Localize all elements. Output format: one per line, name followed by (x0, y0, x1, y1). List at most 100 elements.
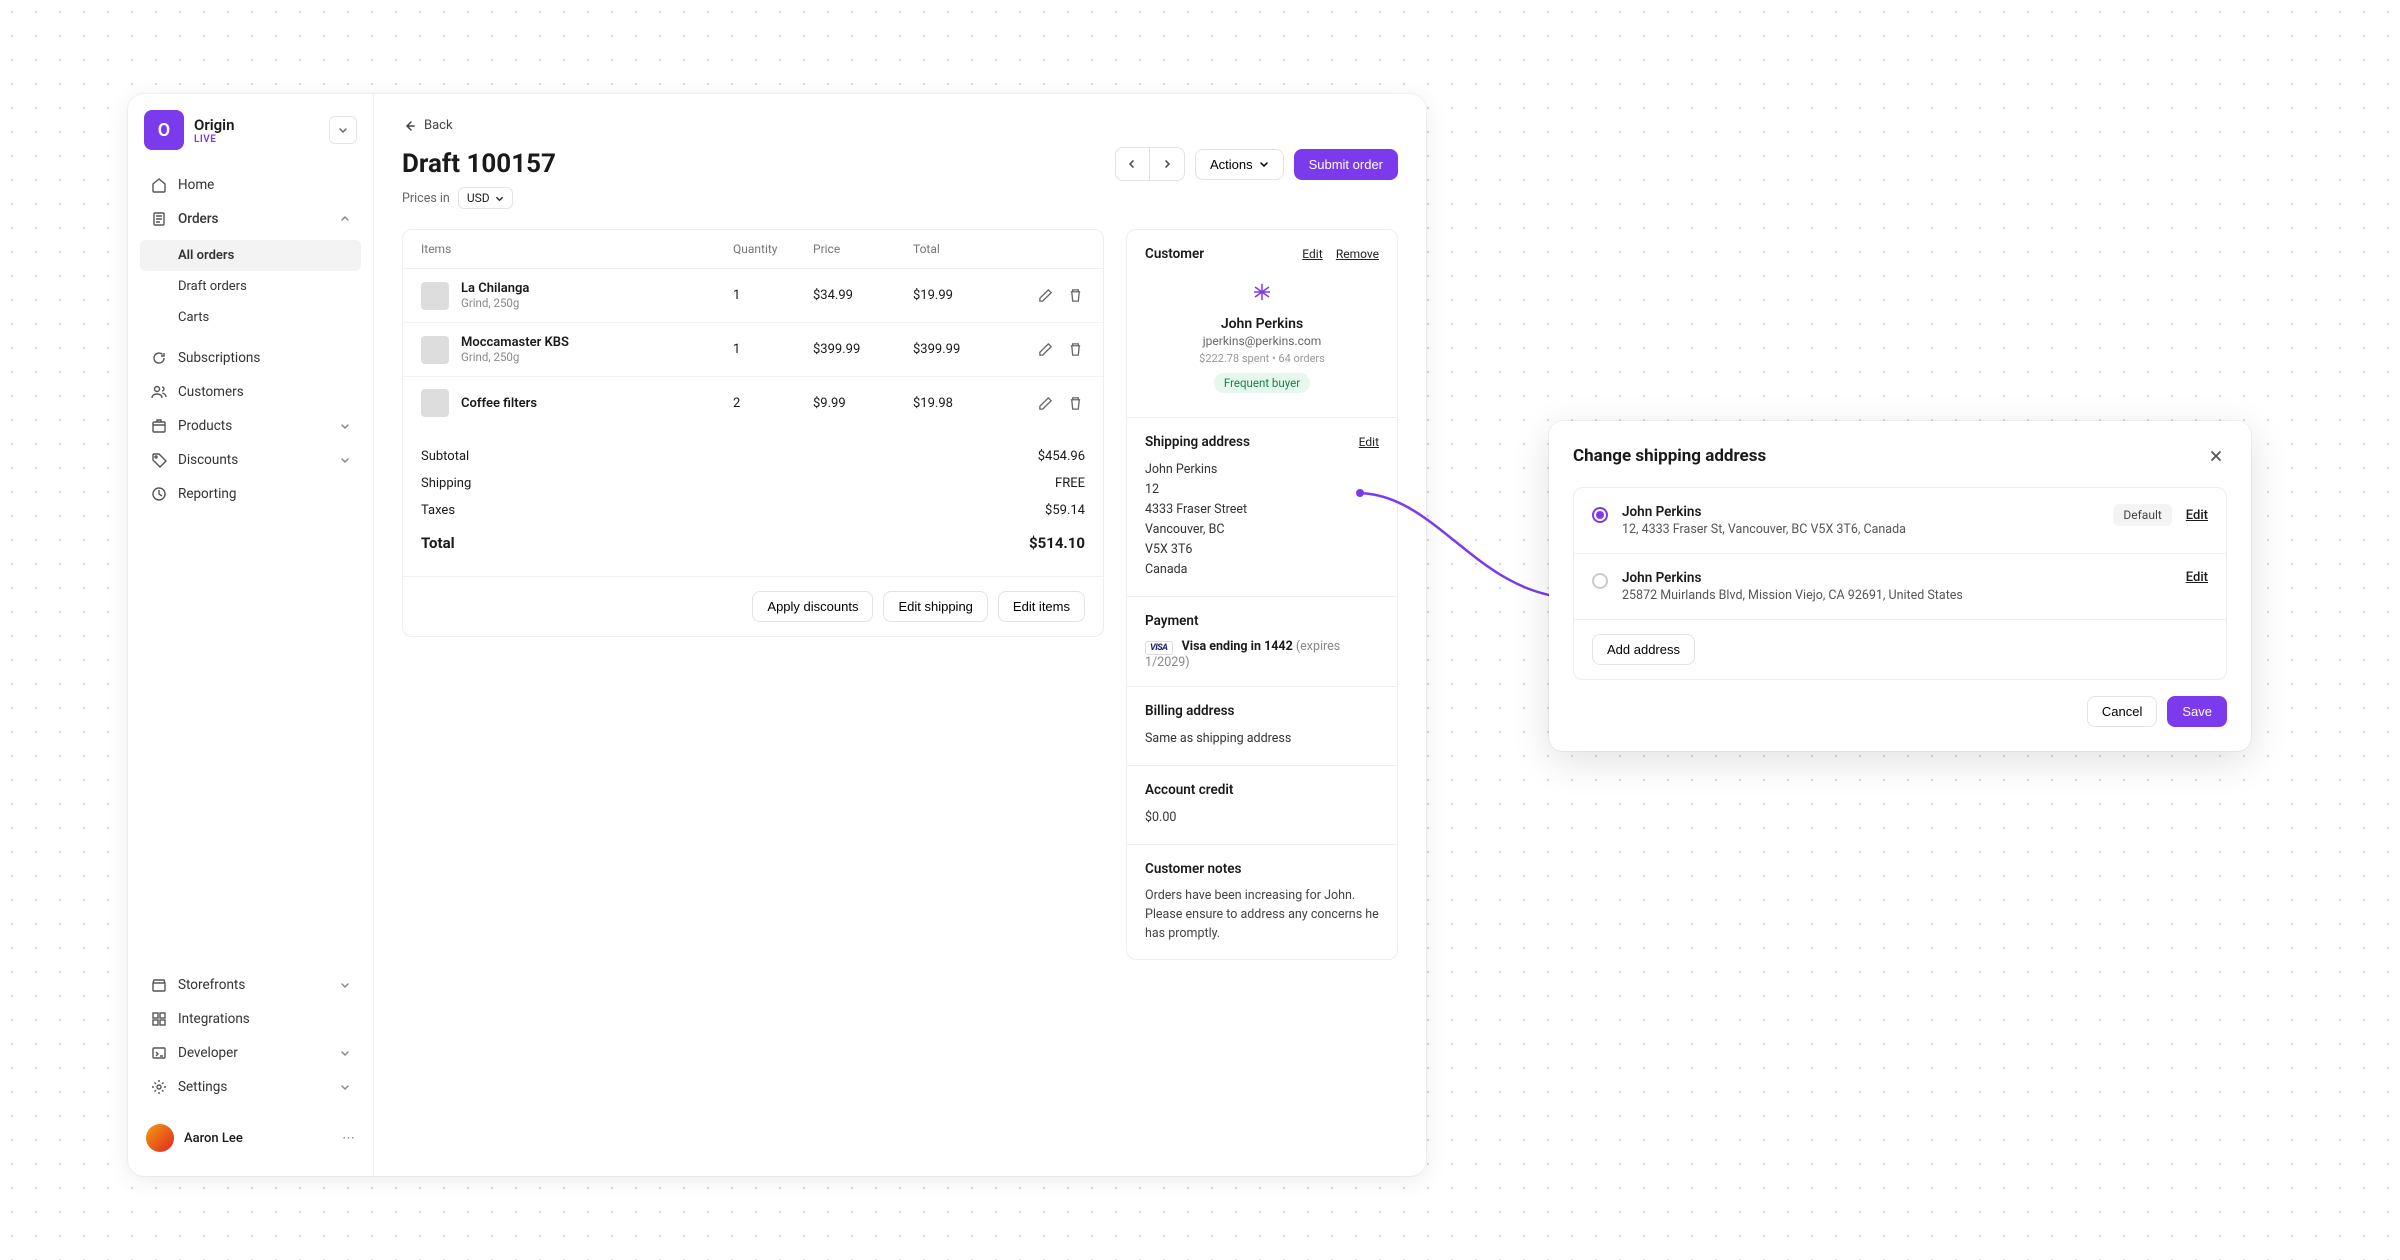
address-line: 12 (1145, 480, 1379, 500)
address-option[interactable]: John Perkins 12, 4333 Fraser St, Vancouv… (1574, 488, 2226, 554)
nav-carts[interactable]: Carts (140, 302, 361, 333)
prices-in-label: Prices in (402, 191, 450, 206)
nav-developer[interactable]: Developer (140, 1036, 361, 1070)
brand-name: Origin (194, 116, 234, 134)
item-sub: Grind, 250g (461, 350, 569, 364)
address-radio[interactable] (1592, 507, 1608, 523)
payment-text: VISA Visa ending in 1442 (expires 1/2029… (1145, 639, 1379, 670)
nav-orders[interactable]: Orders (140, 202, 361, 236)
shipping-edit-link[interactable]: Edit (1359, 435, 1379, 449)
shipping-value: FREE (1055, 476, 1085, 491)
nav-settings[interactable]: Settings (140, 1070, 361, 1104)
arrow-left-icon (402, 119, 416, 133)
delete-item-button[interactable] (1065, 340, 1085, 360)
billing-text: Same as shipping address (1145, 729, 1379, 749)
col-qty: Quantity (733, 242, 813, 256)
avatar (146, 1124, 174, 1152)
item-thumb (421, 389, 449, 417)
item-thumb (421, 336, 449, 364)
customer-badge: Frequent buyer (1214, 373, 1310, 393)
edit-item-button[interactable] (1035, 393, 1055, 413)
taxes-label: Taxes (421, 503, 455, 518)
customer-remove-link[interactable]: Remove (1336, 247, 1379, 261)
address-edit-link[interactable]: Edit (2186, 570, 2208, 585)
orders-icon (150, 210, 168, 228)
chevron-down-icon (339, 420, 351, 432)
address-name: John Perkins (1622, 504, 2099, 520)
terminal-icon (150, 1044, 168, 1062)
visa-icon: VISA (1145, 641, 1173, 655)
save-button[interactable]: Save (2167, 696, 2227, 727)
nav-draft-orders[interactable]: Draft orders (140, 271, 361, 302)
actions-label: Actions (1210, 157, 1253, 172)
close-button[interactable] (2205, 445, 2227, 467)
nav-integrations[interactable]: Integrations (140, 1002, 361, 1036)
edit-shipping-button[interactable]: Edit shipping (883, 591, 987, 622)
nav-subscriptions[interactable]: Subscriptions (140, 341, 361, 375)
submit-order-button[interactable]: Submit order (1294, 149, 1398, 180)
address-line: John Perkins (1145, 460, 1379, 480)
prev-order-button[interactable] (1116, 148, 1150, 180)
nav-integrations-label: Integrations (178, 1011, 250, 1027)
cancel-button[interactable]: Cancel (2087, 696, 2157, 727)
item-price: $34.99 (813, 288, 913, 303)
nav-developer-label: Developer (178, 1045, 238, 1061)
col-price: Price (813, 242, 913, 256)
item-name: La Chilanga (461, 281, 529, 296)
nav-storefronts[interactable]: Storefronts (140, 968, 361, 1002)
currency-selector[interactable]: USD (458, 187, 513, 209)
address-name: John Perkins (1622, 570, 2172, 586)
nav-products-label: Products (178, 418, 232, 434)
nav-all-orders[interactable]: All orders (140, 240, 361, 271)
address-edit-link[interactable]: Edit (2186, 508, 2208, 523)
item-price: $9.99 (813, 396, 913, 411)
edit-items-button[interactable]: Edit items (998, 591, 1085, 622)
address-line: Vancouver, BC (1145, 520, 1379, 540)
chevron-down-icon (1259, 159, 1269, 169)
more-icon[interactable]: ⋯ (342, 1131, 355, 1146)
nav-products[interactable]: Products (140, 409, 361, 443)
currency-value: USD (467, 191, 490, 205)
billing-heading: Billing address (1145, 703, 1235, 719)
nav-home[interactable]: Home (140, 168, 361, 202)
nav-reporting[interactable]: Reporting (140, 477, 361, 511)
customer-name: John Perkins (1145, 316, 1379, 332)
item-qty: 2 (733, 396, 813, 411)
back-link[interactable]: Back (402, 118, 1398, 133)
taxes-value: $59.14 (1045, 503, 1085, 518)
notes-text: Orders have been increasing for John. Pl… (1145, 887, 1379, 943)
address-radio[interactable] (1592, 573, 1608, 589)
add-address-button[interactable]: Add address (1592, 634, 1695, 665)
total-value: $514.10 (1029, 534, 1085, 552)
col-total: Total (913, 242, 1013, 256)
chevron-down-icon (339, 1047, 351, 1059)
notes-heading: Customer notes (1145, 861, 1241, 877)
edit-item-button[interactable] (1035, 286, 1055, 306)
customer-email: jperkins@perkins.com (1145, 334, 1379, 348)
next-order-button[interactable] (1150, 148, 1184, 180)
user-row[interactable]: Aaron Lee ⋯ (140, 1116, 361, 1160)
table-row: La Chilanga Grind, 250g 1 $34.99 $19.99 (403, 269, 1103, 323)
apply-discounts-button[interactable]: Apply discounts (752, 591, 873, 622)
nav-reporting-label: Reporting (178, 486, 236, 502)
edit-item-button[interactable] (1035, 340, 1055, 360)
address-line: 4333 Fraser Street (1145, 500, 1379, 520)
address-option[interactable]: John Perkins 25872 Muirlands Blvd, Missi… (1574, 554, 2226, 619)
workspace-switcher[interactable] (329, 116, 357, 144)
page-title: Draft 100157 (402, 149, 556, 179)
delete-item-button[interactable] (1065, 393, 1085, 413)
col-items: Items (421, 242, 733, 256)
nav-subscriptions-label: Subscriptions (178, 350, 260, 366)
item-qty: 1 (733, 288, 813, 303)
brand-status: LIVE (194, 134, 234, 145)
item-total: $399.99 (913, 342, 1013, 357)
delete-item-button[interactable] (1065, 286, 1085, 306)
nav-customers[interactable]: Customers (140, 375, 361, 409)
nav-home-label: Home (178, 177, 214, 193)
address-text: 25872 Muirlands Blvd, Mission Viejo, CA … (1622, 588, 2172, 603)
address-line: V5X 3T6 (1145, 540, 1379, 560)
nav-discounts[interactable]: Discounts (140, 443, 361, 477)
customer-heading: Customer (1145, 246, 1204, 262)
customer-edit-link[interactable]: Edit (1302, 247, 1322, 261)
actions-dropdown[interactable]: Actions (1195, 149, 1284, 180)
